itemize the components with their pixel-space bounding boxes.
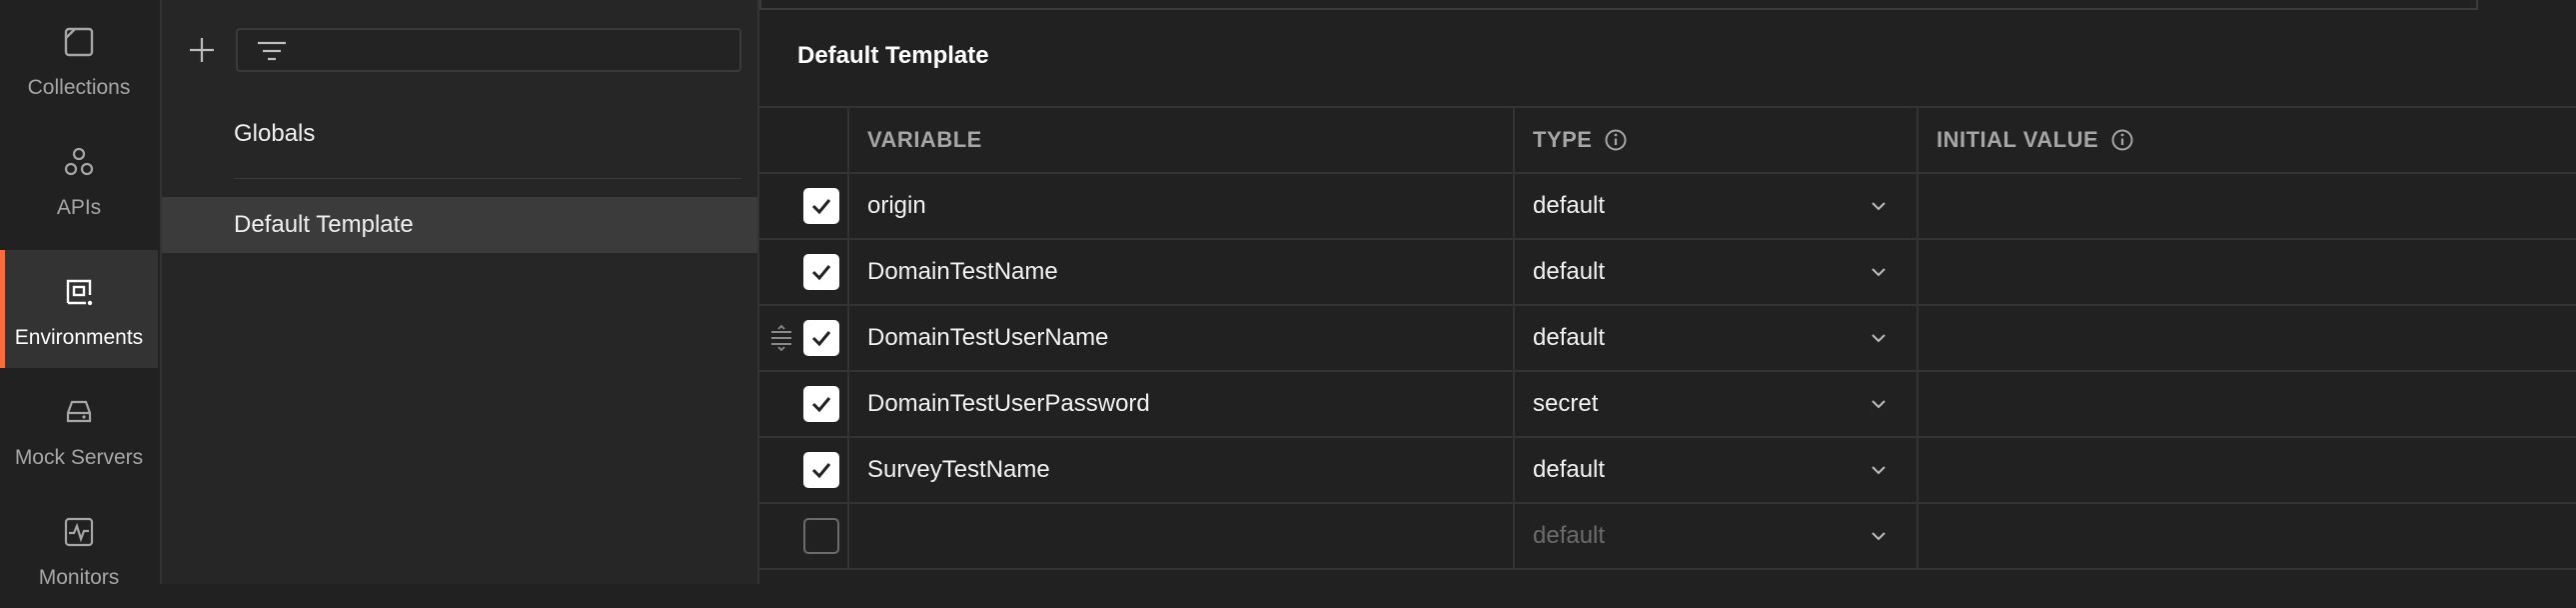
type-value: default [1533,456,1606,483]
plus-icon [190,38,214,62]
row-handle-cell [759,372,847,436]
chevron-down-icon [1872,532,1886,541]
chevron-down-icon [1872,334,1886,343]
check-icon [811,463,831,479]
check-icon [811,331,831,347]
apis-icon [62,142,96,182]
enable-checkbox[interactable] [803,254,839,290]
table-row: origin default [759,172,2576,238]
variable-name: DomainTestUserPassword [867,390,1150,417]
type-value: default [1533,258,1606,285]
drag-handle-icon[interactable] [767,324,795,352]
row-handle-cell [759,504,847,568]
left-rail: Collections APIs Environments Mock Serve… [0,0,162,589]
rail-item-apis[interactable]: APIs [0,120,158,238]
monitors-icon [62,512,96,552]
column-header-variable: VARIABLE [847,108,1513,172]
initial-value-cell[interactable] [1917,174,2576,238]
initial-value-cell[interactable] [1917,306,2576,370]
column-header-label: INITIAL VALUE [1936,127,2099,152]
sidebar-divider [234,178,741,179]
rail-item-label: Mock Servers [14,446,144,469]
type-select[interactable]: default [1513,306,1917,370]
row-handle-cell [759,306,847,370]
environments-sidebar [162,0,759,584]
rail-item-label: Monitors [38,566,120,589]
chevron-down-icon [1872,466,1886,475]
variable-name: SurveyTestName [867,456,1050,483]
type-value: default [1533,192,1606,219]
type-placeholder: default [1533,522,1606,549]
sidebar-item-label: Globals [234,120,316,147]
top-panel-edge [759,0,2478,10]
initial-value-cell[interactable] [1917,438,2576,502]
chevron-down-icon [1872,400,1886,409]
type-select[interactable]: default [1513,174,1917,238]
check-icon [811,265,831,281]
header-spacer [759,108,847,172]
variable-name: DomainTestUserName [867,324,1109,351]
rail-item-mock-servers[interactable]: Mock Servers [0,370,158,488]
type-select[interactable]: default [1513,504,1917,568]
type-value: default [1533,324,1606,351]
sidebar-item-globals[interactable]: Globals [162,106,757,162]
column-header-label: VARIABLE [867,127,982,152]
chevron-down-icon [1872,202,1886,211]
column-header-type: TYPE [1513,108,1917,172]
info-icon[interactable] [1604,128,1628,152]
table-header: VARIABLE TYPE INITIAL VALUE [759,106,2576,172]
enable-checkbox[interactable] [803,452,839,488]
add-environment-button[interactable] [184,32,220,68]
sidebar-item-label: Default Template [234,211,414,238]
collections-icon [62,22,96,62]
check-icon [811,199,831,215]
info-icon[interactable] [2110,128,2134,152]
initial-value-cell[interactable] [1917,240,2576,304]
rail-item-monitors[interactable]: Monitors [0,490,158,608]
type-value: secret [1533,390,1599,417]
column-header-label: TYPE [1533,127,1593,152]
filter-icon [256,38,288,71]
type-select[interactable]: default [1513,438,1917,502]
variable-cell[interactable] [847,504,1513,568]
chevron-down-icon [1872,268,1886,277]
variables-table: VARIABLE TYPE INITIAL VALUE origin defau… [759,106,2576,570]
enable-checkbox[interactable] [803,386,839,422]
variable-cell[interactable]: DomainTestUserPassword [847,372,1513,436]
column-header-initial-value: INITIAL VALUE [1917,108,2576,172]
table-row: SurveyTestName default [759,436,2576,502]
rail-item-collections[interactable]: Collections [0,0,158,118]
table-row: DomainTestUserName default [759,304,2576,370]
page-title: Default Template [797,42,989,69]
variable-cell[interactable]: DomainTestName [847,240,1513,304]
table-row-new: default [759,502,2576,570]
rail-item-environments[interactable]: Environments [0,250,158,368]
environments-icon [62,272,96,312]
variable-cell[interactable]: DomainTestUserName [847,306,1513,370]
filter-input[interactable] [236,28,741,72]
variable-name: origin [867,192,926,219]
table-row: DomainTestName default [759,238,2576,304]
variable-cell[interactable]: SurveyTestName [847,438,1513,502]
row-handle-cell [759,240,847,304]
initial-value-cell[interactable] [1917,504,2576,568]
row-handle-cell [759,174,847,238]
enable-checkbox[interactable] [803,320,839,356]
rail-item-label: Collections [27,76,131,99]
initial-value-cell[interactable] [1917,372,2576,436]
type-select[interactable]: secret [1513,372,1917,436]
rail-item-label: APIs [56,196,102,219]
row-handle-cell [759,438,847,502]
variable-name: DomainTestName [867,258,1058,285]
rail-item-label: Environments [14,326,144,349]
check-icon [811,397,831,413]
enable-checkbox[interactable] [803,188,839,224]
variable-cell[interactable]: origin [847,174,1513,238]
sidebar-item-default-template[interactable]: Default Template [162,197,757,253]
mock-servers-icon [62,392,96,432]
table-row: DomainTestUserPassword secret [759,370,2576,436]
enable-checkbox[interactable] [803,518,839,554]
type-select[interactable]: default [1513,240,1917,304]
